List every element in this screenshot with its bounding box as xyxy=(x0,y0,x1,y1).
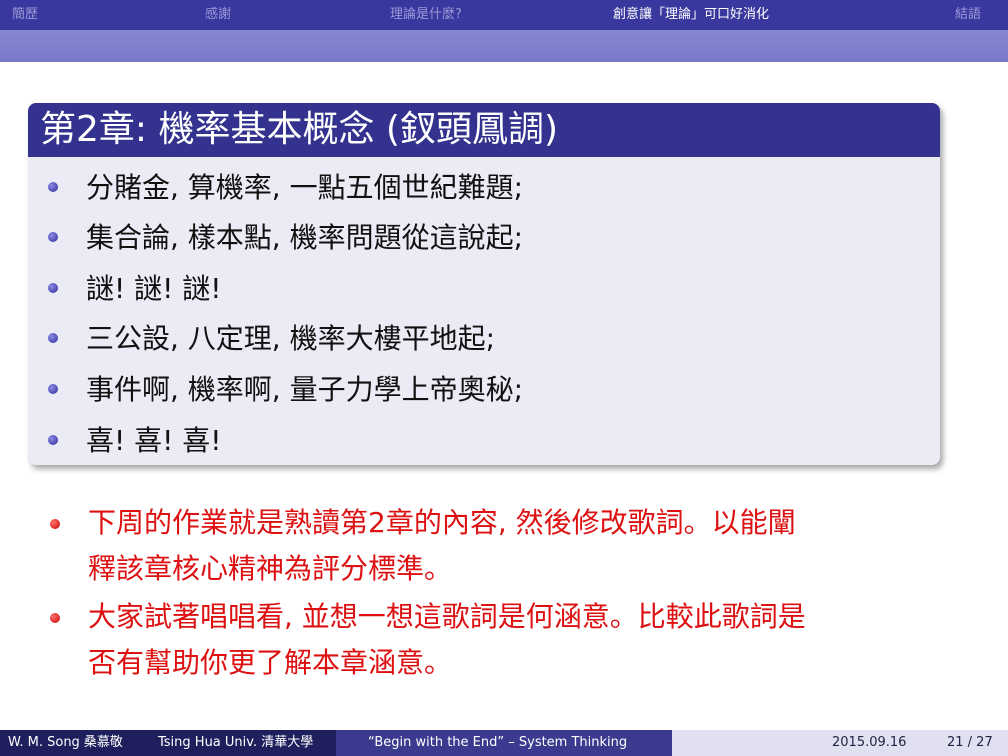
footer-date-segment: 2015.09.16 21 / 27 xyxy=(672,730,1008,756)
note-item: 大家試著唱唱看, 並想一想這歌詞是何涵意。比較此歌詞是 否有幫助你更了解本章涵意… xyxy=(50,594,950,686)
list-item: 謎! 謎! 謎! xyxy=(48,264,221,314)
list-item: 三公設, 八定理, 機率大樓平地起; xyxy=(48,314,495,364)
footer-author: W. M. Song 桑慕敬 xyxy=(8,735,123,750)
nav-item-theory[interactable]: 理論是什麼? xyxy=(390,0,462,30)
footer-institute: Tsing Hua Univ. 清華大學 xyxy=(158,735,314,750)
nav-subsection-bar xyxy=(0,30,1008,62)
footer-bar: W. M. Song 桑慕敬 Tsing Hua Univ. 清華大學 “Beg… xyxy=(0,730,1008,756)
bullet-icon xyxy=(48,232,58,242)
note-line: 大家試著唱唱看, 並想一想這歌詞是何涵意。比較此歌詞是 xyxy=(88,600,806,633)
bullet-icon xyxy=(48,182,58,192)
homework-notes: 下周的作業就是熟讀第2章的內容, 然後修改歌詞。以能闡 釋該章核心精神為評分標準… xyxy=(50,500,950,688)
note-line: 否有幫助你更了解本章涵意。 xyxy=(88,646,453,679)
note-item: 下周的作業就是熟讀第2章的內容, 然後修改歌詞。以能闡 釋該章核心精神為評分標準… xyxy=(50,500,950,592)
note-line: 釋該章核心精神為評分標準。 xyxy=(88,552,453,585)
lyrics-block: 第2章: 機率基本概念 (釵頭鳳調) 分賭金, 算機率, 一點五個世紀難題; 集… xyxy=(28,103,940,465)
nav-item-conclusion[interactable]: 結語 xyxy=(955,0,981,30)
bullet-icon xyxy=(50,613,60,623)
nav-item-creativity[interactable]: 創意讓「理論」可口好消化 xyxy=(613,0,769,30)
list-item: 事件啊, 機率啊, 量子力學上帝奧秘; xyxy=(48,365,523,415)
list-item: 集合論, 樣本點, 機率問題從這說起; xyxy=(48,213,523,263)
footer-title-segment: “Begin with the End” – System Thinking xyxy=(336,730,672,756)
footer-author-segment: W. M. Song 桑慕敬 Tsing Hua Univ. 清華大學 xyxy=(0,730,336,756)
bullet-icon xyxy=(48,283,58,293)
nav-item-thanks[interactable]: 感謝 xyxy=(205,0,231,30)
bullet-icon xyxy=(48,333,58,343)
note-line: 下周的作業就是熟讀第2章的內容, 然後修改歌詞。以能闡 xyxy=(88,506,796,539)
top-navigation-bar: 簡歷 感謝 理論是什麼? 創意讓「理論」可口好消化 結語 xyxy=(0,0,1008,30)
nav-item-intro[interactable]: 簡歷 xyxy=(12,0,38,30)
footer-page-number: 21 / 27 xyxy=(947,735,993,750)
bullet-icon xyxy=(48,384,58,394)
footer-date: 2015.09.16 xyxy=(832,735,907,750)
bullet-icon xyxy=(50,519,60,529)
slide: 簡歷 感謝 理論是什麼? 創意讓「理論」可口好消化 結語 第2章: 機率基本概念… xyxy=(0,0,1008,756)
list-item: 分賭金, 算機率, 一點五個世紀難題; xyxy=(48,163,523,213)
block-title: 第2章: 機率基本概念 (釵頭鳳調) xyxy=(28,103,940,157)
bullet-icon xyxy=(48,435,58,445)
list-item: 喜! 喜! 喜! xyxy=(48,416,221,465)
footer-talk-title: “Begin with the End” – System Thinking xyxy=(368,735,628,750)
